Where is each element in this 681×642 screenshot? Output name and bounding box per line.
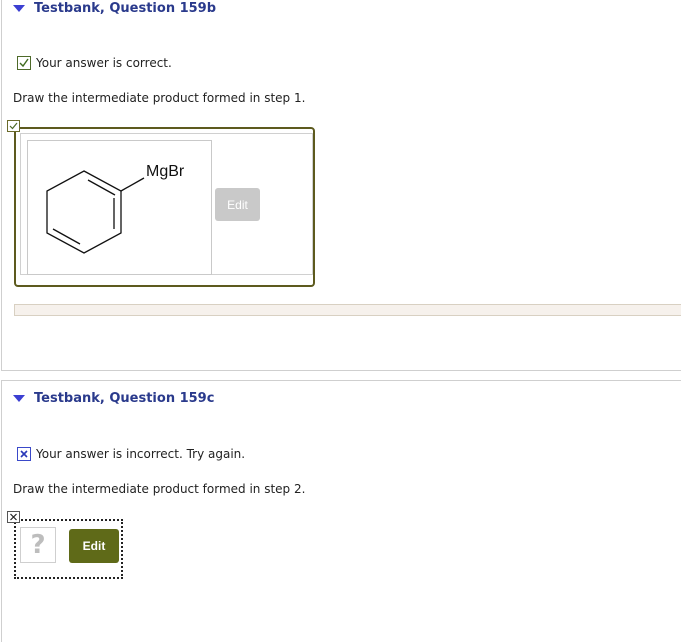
question-159b-panel: Testbank, Question 159b Your answer is c… — [1, 0, 681, 371]
question-header[interactable]: Testbank, Question 159c — [13, 391, 214, 406]
phenylmagnesium-bromide-structure: MgBr — [46, 163, 185, 254]
collapse-triangle-icon[interactable] — [13, 395, 25, 402]
edit-button[interactable]: Edit — [69, 529, 119, 563]
answer-incorrect-flag-icon — [7, 511, 20, 523]
question-title: Testbank, Question 159b — [34, 1, 217, 16]
molecule-canvas: MgBr — [27, 140, 212, 275]
attempt-bar — [14, 304, 681, 316]
answer-status: Your answer is incorrect. Try again. — [17, 447, 245, 461]
question-159c-panel: Testbank, Question 159c Your answer is i… — [1, 380, 681, 642]
status-text: Your answer is correct. — [36, 56, 172, 70]
collapse-triangle-icon[interactable] — [13, 5, 25, 12]
answer-status: Your answer is correct. — [17, 56, 172, 70]
incorrect-x-icon — [17, 447, 31, 461]
answer-correct-flag-icon — [7, 120, 20, 132]
question-mark-icon: ? — [20, 527, 56, 563]
edit-button-disabled[interactable]: Edit — [215, 188, 260, 221]
mgbr-label: MgBr — [146, 163, 185, 180]
question-prompt: Draw the intermediate product formed in … — [13, 91, 306, 105]
question-header[interactable]: Testbank, Question 159b — [13, 1, 216, 16]
answer-drawing-frame: ? Edit — [14, 519, 123, 579]
question-prompt: Draw the intermediate product formed in … — [13, 482, 306, 496]
answer-drawing-frame: MgBr Edit — [14, 127, 315, 287]
question-title: Testbank, Question 159c — [34, 391, 215, 406]
answer-drawing-area: MgBr Edit — [20, 133, 313, 275]
status-text: Your answer is incorrect. Try again. — [36, 447, 246, 461]
checkmark-icon — [17, 56, 31, 70]
